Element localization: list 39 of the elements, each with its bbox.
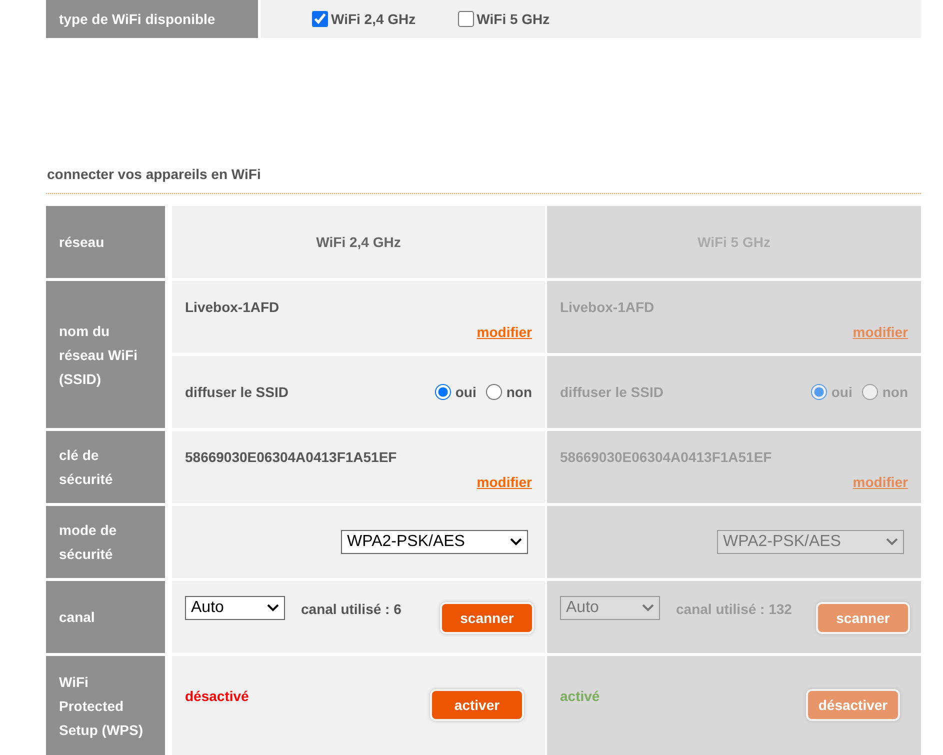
radio-label: non: [882, 382, 908, 402]
row-label: mode de sécurité: [46, 506, 165, 578]
radio-label: non: [506, 382, 532, 402]
caret-icon: [267, 604, 279, 612]
radio-label: oui: [455, 382, 476, 402]
wps-status: activé: [560, 687, 600, 706]
checkbox-label: WiFi 2,4 GHz: [331, 10, 416, 28]
caret-icon: [886, 538, 898, 546]
channel-used: canal utilisé : 132: [676, 600, 792, 619]
checkbox[interactable]: [458, 11, 474, 27]
caret-icon: [510, 538, 522, 546]
channel-used: canal utilisé : 6: [301, 600, 402, 619]
broadcast-label: diffuser le SSID: [185, 382, 288, 402]
checkbox[interactable]: [312, 11, 328, 27]
wps-button[interactable]: activer: [432, 691, 522, 719]
radio-button[interactable]: [435, 384, 452, 400]
row-label: clé de sécurité: [46, 431, 165, 503]
ssid-value: Livebox-1AFD: [560, 298, 654, 317]
row-label: réseau: [46, 206, 165, 278]
security-key: 58669030E06304A0413F1A51EF: [185, 447, 397, 468]
wps-status: désactivé: [185, 687, 249, 706]
channel-select[interactable]: Auto: [185, 596, 285, 620]
security-mode-select[interactable]: WPA2-PSK/AES: [341, 530, 528, 554]
security-key: 58669030E06304A0413F1A51EF: [560, 447, 772, 468]
radio-label: oui: [831, 382, 852, 402]
row-label: canal: [46, 581, 165, 653]
row-label: WiFi Protected Setup (WPS): [46, 656, 165, 755]
ssid-value: Livebox-1AFD: [185, 298, 280, 317]
caret-icon: [642, 604, 654, 612]
broadcast-label: diffuser le SSID: [560, 382, 664, 402]
column-header: WiFi 2,4 GHz: [172, 206, 545, 278]
row-label: nom du réseau WiFi (SSID): [46, 281, 165, 428]
radio-button[interactable]: [486, 384, 502, 400]
scan-button[interactable]: scanner: [442, 604, 532, 632]
checkbox-label: WiFi 5 GHz: [476, 10, 550, 28]
modify-link[interactable]: modifier: [476, 322, 532, 343]
row-label: type de WiFi disponible: [46, 0, 258, 38]
modify-link[interactable]: modifier: [476, 472, 532, 493]
section-title: connecter vos appareils en WiFi: [46, 165, 262, 184]
